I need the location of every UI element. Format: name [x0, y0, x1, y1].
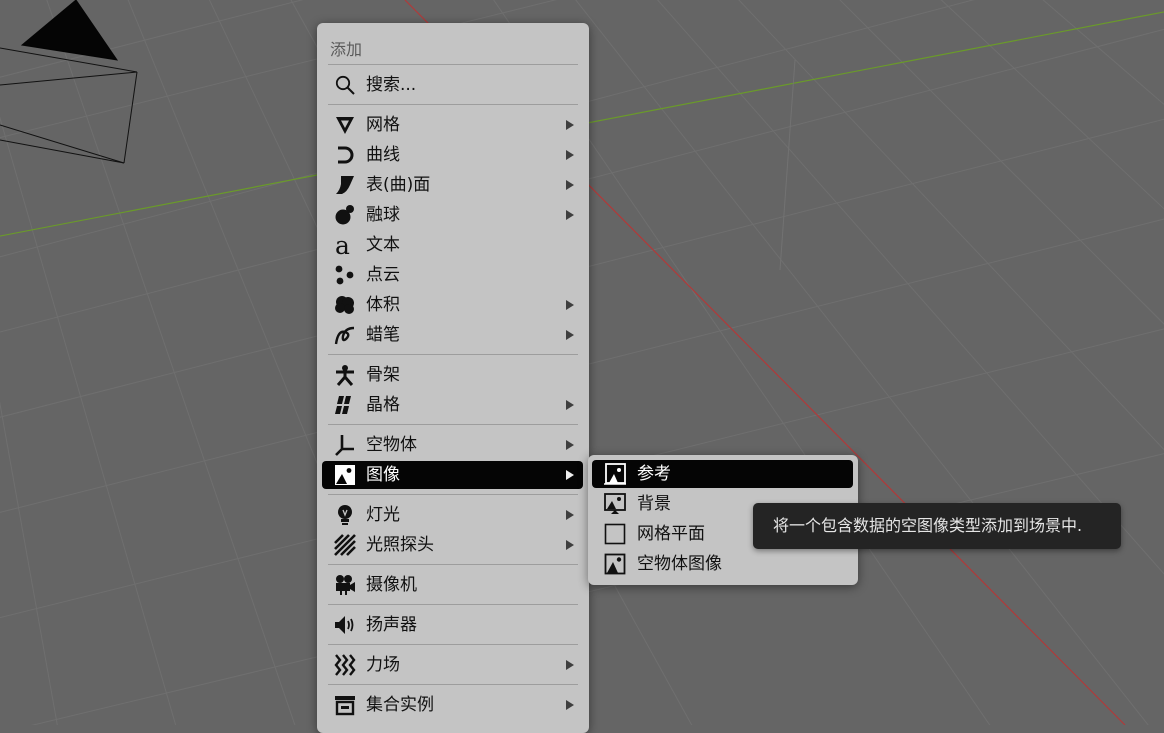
lattice-icon: [334, 394, 356, 416]
curve-icon: [334, 144, 356, 166]
menu-item-speaker[interactable]: 扬声器: [322, 611, 583, 639]
menu-search[interactable]: 搜索...: [322, 71, 583, 99]
menu-item-label: 体积: [366, 295, 400, 315]
menu-item-label: 扬声器: [366, 615, 417, 635]
submenu-arrow-icon: [566, 700, 574, 710]
menu-item-light-probe[interactable]: 光照探头: [322, 531, 583, 559]
submenu-arrow-icon: [566, 120, 574, 130]
menu-separator: [328, 564, 578, 565]
menu-item-metaball[interactable]: 融球: [322, 201, 583, 229]
menu-item-label: 骨架: [366, 365, 400, 385]
menu-separator: [328, 64, 578, 65]
submenu-arrow-icon: [566, 400, 574, 410]
menu-item-label: 集合实例: [366, 695, 434, 715]
menu-item-label: 力场: [366, 655, 400, 675]
submenu-arrow-icon: [566, 150, 574, 160]
menu-item-force-field[interactable]: 力场: [322, 651, 583, 679]
menu-item-grease-pencil[interactable]: 蜡笔: [322, 321, 583, 349]
submenu-item-label: 空物体图像: [637, 554, 722, 574]
metaball-icon: [334, 204, 356, 226]
submenu-arrow-icon: [566, 300, 574, 310]
submenu-arrow-icon: [566, 210, 574, 220]
collection-instance-icon: [334, 694, 356, 716]
menu-separator: [328, 604, 578, 605]
empty-icon: [334, 434, 356, 456]
menu-item-image[interactable]: 图像: [322, 461, 583, 489]
menu-item-light[interactable]: 灯光: [322, 501, 583, 529]
menu-item-collection-instance[interactable]: 集合实例: [322, 691, 583, 719]
svg-text:a: a: [335, 234, 350, 256]
search-icon: [334, 74, 356, 96]
submenu-item-reference[interactable]: 参考: [592, 460, 853, 488]
image-background-icon: [604, 493, 626, 515]
grease-pencil-icon: [334, 324, 356, 346]
image-reference-icon: [604, 463, 626, 485]
armature-icon: [334, 364, 356, 386]
menu-item-label: 空物体: [366, 435, 417, 455]
submenu-item-empty-image[interactable]: 空物体图像: [592, 550, 853, 578]
submenu-arrow-icon: [566, 540, 574, 550]
menu-item-curve[interactable]: 曲线: [322, 141, 583, 169]
camera-icon: [334, 574, 356, 596]
menu-separator: [328, 104, 578, 105]
tooltip: 将一个包含数据的空图像类型添加到场景中.: [753, 503, 1121, 549]
menu-item-label: 文本: [366, 235, 400, 255]
volume-icon: [334, 294, 356, 316]
menu-search-label: 搜索...: [366, 75, 417, 95]
submenu-item-label: 背景: [637, 494, 671, 514]
menu-item-label: 灯光: [366, 505, 400, 525]
menu-item-label: 蜡笔: [366, 325, 400, 345]
image-plane-icon: [604, 523, 626, 545]
menu-item-label: 晶格: [366, 395, 400, 415]
tooltip-text: 将一个包含数据的空图像类型添加到场景中.: [773, 516, 1083, 535]
submenu-arrow-icon: [566, 180, 574, 190]
menu-item-lattice[interactable]: 晶格: [322, 391, 583, 419]
menu-title: 添加: [330, 40, 363, 59]
force-field-icon: [334, 654, 356, 676]
menu-item-armature[interactable]: 骨架: [322, 361, 583, 389]
menu-item-surface[interactable]: 表(曲)面: [322, 171, 583, 199]
image-empty-icon: [604, 553, 626, 575]
menu-item-camera[interactable]: 摄像机: [322, 571, 583, 599]
submenu-arrow-icon: [566, 510, 574, 520]
light-icon: [334, 504, 356, 526]
menu-item-label: 网格: [366, 115, 400, 135]
menu-separator: [328, 354, 578, 355]
menu-item-label: 曲线: [366, 145, 400, 165]
menu-item-text[interactable]: a 文本: [322, 231, 583, 259]
menu-item-empty[interactable]: 空物体: [322, 431, 583, 459]
menu-item-pointcloud[interactable]: 点云: [322, 261, 583, 289]
surface-icon: [334, 174, 356, 196]
submenu-arrow-icon: [566, 440, 574, 450]
menu-item-label: 摄像机: [366, 575, 417, 595]
submenu-arrow-icon: [566, 470, 574, 480]
submenu-item-label: 参考: [637, 464, 671, 484]
menu-item-volume[interactable]: 体积: [322, 291, 583, 319]
menu-item-label: 图像: [366, 465, 400, 485]
menu-item-label: 光照探头: [366, 535, 434, 555]
menu-item-label: 点云: [366, 265, 400, 285]
menu-item-label: 表(曲)面: [366, 175, 431, 195]
light-probe-icon: [334, 534, 356, 556]
menu-separator: [328, 644, 578, 645]
add-menu: 添加 搜索... 网格 曲线 表(曲)面 融球 a 文本 点云 体积 蜡笔 骨架…: [317, 23, 589, 733]
menu-item-mesh[interactable]: 网格: [322, 111, 583, 139]
menu-separator: [328, 424, 578, 425]
submenu-item-label: 网格平面: [637, 524, 705, 544]
menu-separator: [328, 684, 578, 685]
submenu-arrow-icon: [566, 330, 574, 340]
camera-object: [0, 0, 138, 164]
mesh-icon: [334, 114, 356, 136]
text-icon: a: [334, 234, 356, 256]
image-icon: [334, 464, 356, 486]
menu-separator: [328, 494, 578, 495]
pointcloud-icon: [334, 264, 356, 286]
menu-item-label: 融球: [366, 205, 400, 225]
submenu-arrow-icon: [566, 660, 574, 670]
speaker-icon: [334, 614, 356, 636]
